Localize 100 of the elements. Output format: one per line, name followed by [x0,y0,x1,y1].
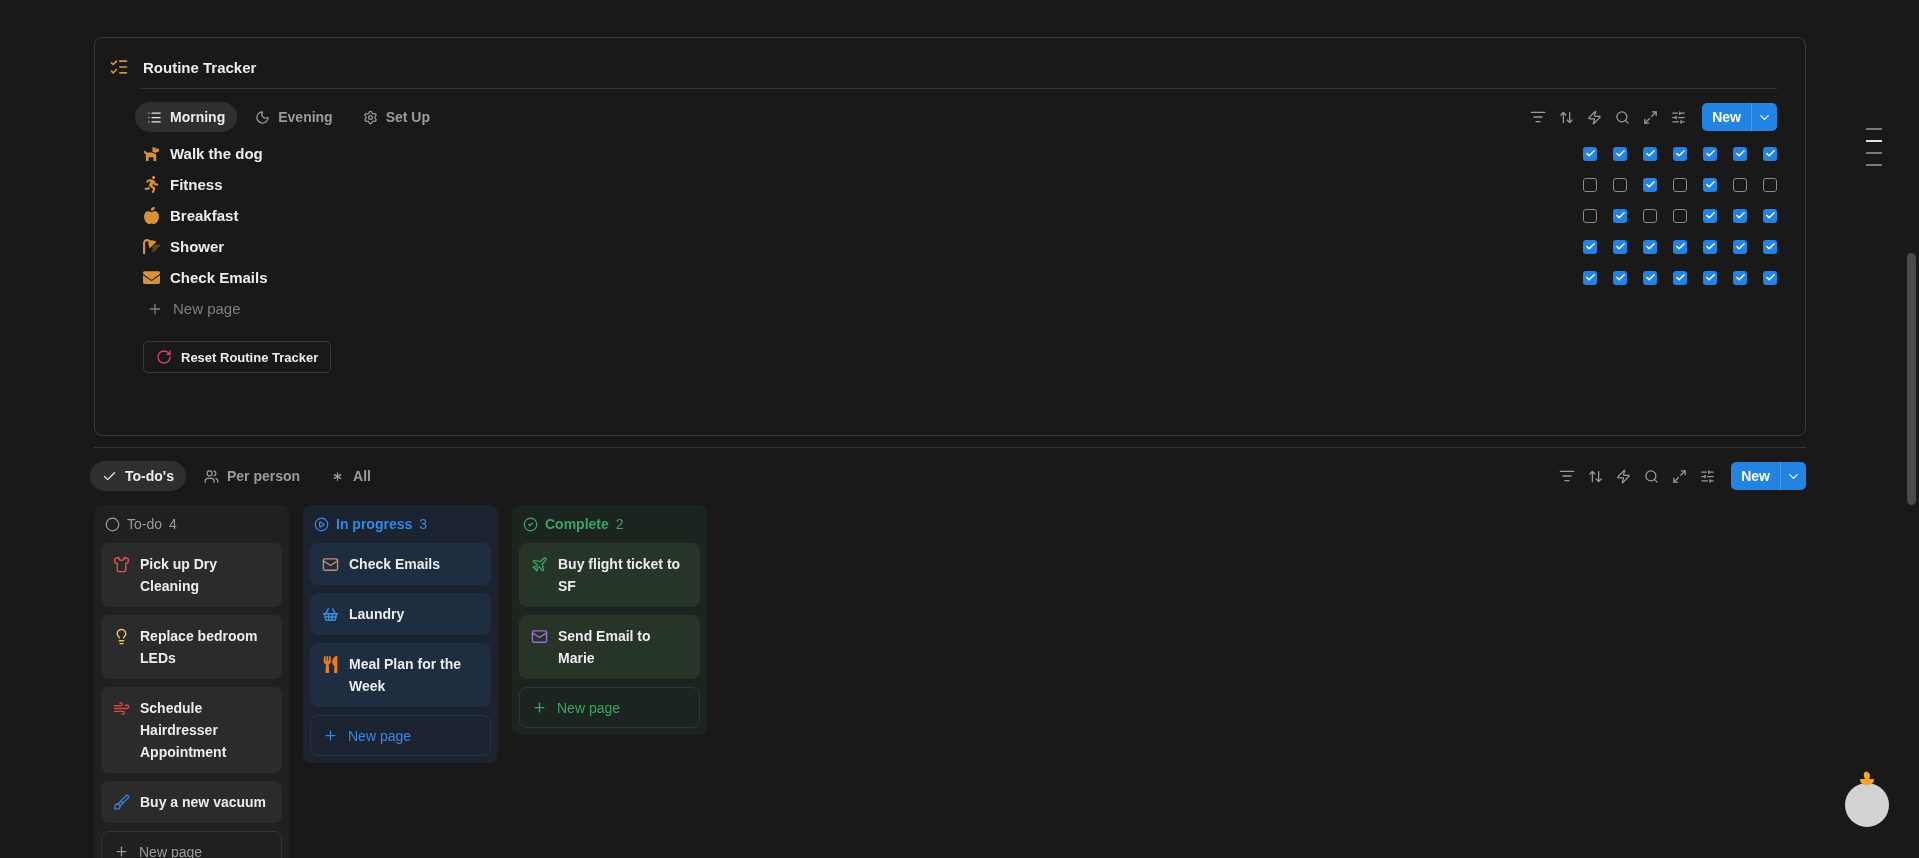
view-tab[interactable]: Morning [135,102,238,132]
checkbox[interactable] [1583,208,1597,223]
check-icon [1644,241,1656,252]
checkbox[interactable] [1763,208,1777,223]
checkbox[interactable] [1583,146,1597,161]
task-title: Pick up Dry Cleaning [140,555,219,596]
check-icon [1674,148,1686,159]
routine-name[interactable]: Walk the dog [170,145,263,162]
view-tab[interactable]: All [318,461,383,491]
column-count: 2 [615,516,624,532]
check-icon [1644,148,1656,159]
sort-icon[interactable] [1559,109,1575,125]
view-tab[interactable]: Set Up [350,102,443,132]
checkbox[interactable] [1673,270,1687,285]
task-card[interactable]: Send Email to Marie [519,615,700,679]
check-icon [1704,272,1716,283]
new-button[interactable]: New [1702,103,1777,131]
checkbox[interactable] [1583,270,1597,285]
envelope-icon [143,269,160,286]
checkbox[interactable] [1613,146,1627,161]
routine-name[interactable]: Breakfast [170,207,239,224]
expand-icon[interactable] [1672,468,1688,484]
checkbox[interactable] [1733,146,1747,161]
plus-icon [323,728,338,743]
routine-name[interactable]: Fitness [170,176,223,193]
checkbox[interactable] [1583,239,1597,254]
lightning-icon[interactable] [1587,109,1603,125]
lightning-icon[interactable] [1616,468,1632,484]
shower-icon [143,238,160,255]
checkbox[interactable] [1643,177,1657,192]
expand-icon[interactable] [1643,109,1659,125]
checkbox[interactable] [1703,239,1717,254]
routine-name[interactable]: Shower [170,238,225,255]
checkbox[interactable] [1763,146,1777,161]
checkbox[interactable] [1673,208,1687,223]
check-circle-icon [523,516,538,532]
new-button[interactable]: New [1702,103,1751,131]
checkbox[interactable] [1703,146,1717,161]
task-title: Buy flight ticket to SF [558,555,682,596]
task-card[interactable]: Replace bedroom LEDs [101,615,282,679]
search-icon[interactable] [1644,468,1660,484]
checkbox[interactable] [1733,208,1747,223]
check-icon [1614,148,1626,159]
checkbox[interactable] [1703,208,1717,223]
check-icon [1644,179,1656,190]
filter-icon[interactable] [1530,109,1547,125]
check-icon [1614,210,1626,221]
reset-button[interactable]: Reset Routine Tracker [143,341,332,373]
plus-icon [114,844,129,858]
moon-icon [255,109,271,125]
checkbox[interactable] [1733,270,1747,285]
refresh-icon [156,349,172,365]
settings-icon[interactable] [1671,109,1687,125]
checkbox[interactable] [1763,239,1777,254]
new-button[interactable]: New [1731,462,1780,490]
checkbox[interactable] [1613,270,1627,285]
task-card[interactable]: Check Emails [310,543,491,585]
apple-icon [143,207,160,224]
checkbox[interactable] [1643,270,1657,285]
task-card[interactable]: Buy a new vacuum [101,781,282,823]
routine-name[interactable]: Check Emails [170,269,268,286]
task-card[interactable]: Schedule Hairdresser Appointment [101,687,282,773]
checkbox[interactable] [1763,270,1777,285]
task-card[interactable]: Pick up Dry Cleaning [101,543,282,607]
checkbox[interactable] [1643,146,1657,161]
checkbox[interactable] [1673,239,1687,254]
task-card[interactable]: Meal Plan for the Week [310,643,491,707]
check-icon [1584,241,1596,252]
checkbox[interactable] [1703,270,1717,285]
outline-drawing[interactable] [1866,128,1882,166]
settings-icon[interactable] [1700,468,1716,484]
check-icon [1584,272,1596,283]
checkbox[interactable] [1613,208,1627,223]
check-icon [1764,272,1776,283]
checkbox[interactable] [1643,239,1657,254]
checkbox[interactable] [1613,239,1627,254]
column-title: Complete [545,516,609,532]
checkbox[interactable] [1583,177,1597,192]
search-icon[interactable] [1615,109,1631,125]
checkbox[interactable] [1733,177,1747,192]
view-tab[interactable]: Evening [243,102,345,132]
checkbox[interactable] [1643,208,1657,223]
checkbox[interactable] [1673,177,1687,192]
task-card[interactable]: Buy flight ticket to SF [519,543,700,607]
new-page-button[interactable]: New page [143,293,241,324]
new-button[interactable]: New [1731,462,1806,490]
checkbox[interactable] [1733,239,1747,254]
filter-icon[interactable] [1559,468,1576,484]
checkbox[interactable] [1703,177,1717,192]
view-tab[interactable]: To-do's [90,461,186,491]
check-icon [1734,210,1746,221]
checkbox[interactable] [1763,177,1777,192]
task-card[interactable]: Laundry [310,593,491,635]
checkbox[interactable] [1613,177,1627,192]
task-title: Replace bedroom LEDs [140,627,259,668]
checkbox[interactable] [1673,146,1687,161]
new-page-button[interactable]: New page [310,715,491,756]
new-page-button[interactable]: New page [519,687,700,728]
sort-icon[interactable] [1588,468,1604,484]
view-tab[interactable]: Per person [191,461,313,491]
